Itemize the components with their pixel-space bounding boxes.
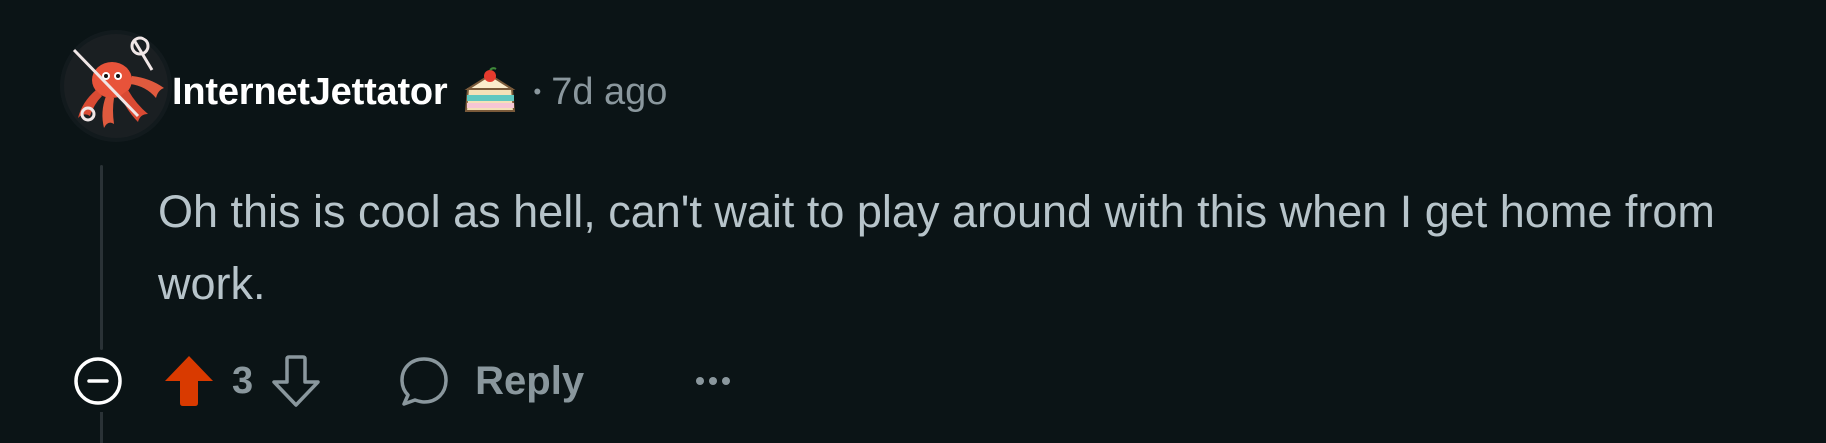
- minus-circle-icon: [74, 357, 122, 405]
- octopus-avatar-icon: [60, 30, 172, 142]
- downvote-arrow-icon: [272, 355, 320, 407]
- thread-line[interactable]: [100, 165, 103, 350]
- separator-dot: •: [533, 79, 542, 104]
- cake-day-icon: [462, 67, 520, 117]
- username[interactable]: InternetJettator: [172, 71, 448, 114]
- ellipsis-icon: [696, 377, 731, 385]
- more-options-button[interactable]: [688, 356, 738, 406]
- upvote-button[interactable]: [160, 352, 218, 410]
- avatar[interactable]: [60, 30, 172, 142]
- comment-actions: 3 Reply: [70, 350, 738, 412]
- vote-count: 3: [232, 359, 254, 402]
- comment-header: InternetJettator • 7d ago: [172, 62, 667, 122]
- collapse-button[interactable]: [70, 353, 126, 409]
- downvote-button[interactable]: [267, 352, 325, 410]
- reply-label: Reply: [475, 358, 585, 403]
- comment-body: Oh this is cool as hell, can't wait to p…: [158, 186, 1715, 309]
- timestamp[interactable]: 7d ago: [551, 71, 667, 114]
- reply-button[interactable]: Reply: [397, 354, 584, 408]
- speech-bubble-icon: [400, 357, 448, 406]
- thread-line-continuation[interactable]: [100, 412, 103, 443]
- upvote-arrow-icon: [165, 356, 213, 406]
